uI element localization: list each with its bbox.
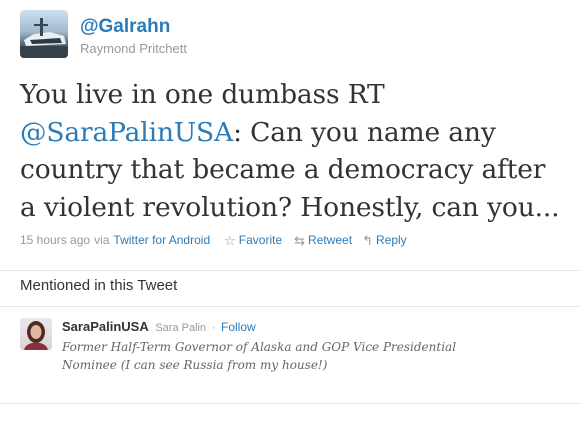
divider-bottom: [0, 403, 580, 404]
author-handle[interactable]: @Galrahn: [80, 16, 187, 38]
favorite-button[interactable]: ☆ Favorite: [224, 233, 282, 247]
follow-button[interactable]: Follow: [221, 320, 256, 334]
mentioned-user: SaraPalinUSA Sara Palin · Follow Former …: [20, 318, 482, 374]
tweet-timestamp[interactable]: 15 hours ago: [20, 233, 90, 247]
mentioned-user-name[interactable]: Sara Palin: [155, 322, 206, 334]
author-avatar[interactable]: [20, 10, 68, 58]
divider-top: [0, 270, 580, 271]
reply-icon: ↰: [362, 232, 373, 248]
star-icon: ☆: [224, 232, 236, 248]
retweet-label: Retweet: [308, 233, 353, 247]
separator-dot: ·: [211, 322, 216, 334]
via-label: via: [94, 233, 110, 247]
favorite-label: Favorite: [238, 233, 283, 247]
tweet-author: @Galrahn Raymond Pritchett: [20, 10, 187, 58]
divider-mentioned: [0, 306, 580, 307]
reply-button[interactable]: ↰ Reply: [362, 233, 407, 247]
tweet-text-before: You live in one dumbass RT: [20, 79, 385, 110]
tweet-text: You live in one dumbass RT @SaraPalinUSA…: [20, 76, 568, 226]
author-name[interactable]: Raymond Pritchett: [80, 41, 187, 56]
mentioned-user-handle[interactable]: SaraPalinUSA: [62, 319, 149, 334]
mentioned-user-bio: Former Half-Term Governor of Alaska and …: [62, 340, 457, 372]
source-link[interactable]: Twitter for Android: [113, 233, 210, 247]
retweet-icon: ⇆: [294, 232, 306, 248]
tweet-meta: 15 hours ago via Twitter for Android ☆ F…: [20, 233, 407, 247]
mentioned-user-avatar[interactable]: [20, 318, 52, 350]
retweet-button[interactable]: ⇆ Retweet: [294, 233, 352, 247]
mentioned-heading: Mentioned in this Tweet: [20, 277, 178, 294]
ship-photo-icon: [20, 18, 68, 58]
reply-label: Reply: [375, 233, 407, 247]
person-photo-icon: [24, 321, 48, 350]
mention-link[interactable]: @SaraPalinUSA: [20, 117, 233, 148]
